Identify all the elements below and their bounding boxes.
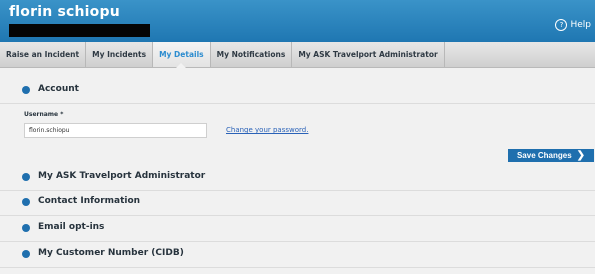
expand-bullet-icon xyxy=(22,86,30,94)
save-label: Save Changes xyxy=(516,151,572,160)
redacted-text-block xyxy=(9,24,150,37)
section-title: Contact Information xyxy=(38,196,141,206)
tab-my-notifications[interactable]: My Notifications xyxy=(211,42,293,67)
change-password-link[interactable]: Change your password. xyxy=(226,126,308,134)
chevron-right-icon: ❯ xyxy=(576,149,586,161)
section-my-customer-number[interactable]: My Customer Number (CIDB) xyxy=(0,242,595,268)
section-title: Email opt-ins xyxy=(38,222,105,232)
help-label: Help xyxy=(570,20,591,30)
tab-raise-an-incident[interactable]: Raise an Incident xyxy=(0,42,87,67)
expand-bullet-icon xyxy=(22,250,30,258)
tab-my-ask-travelport-administrator[interactable]: My ASK Travelport Administrator xyxy=(292,42,445,67)
expand-bullet-icon xyxy=(22,198,30,206)
username-input[interactable] xyxy=(24,123,207,138)
section-email-opt-ins[interactable]: Email opt-ins xyxy=(0,216,595,242)
tab-my-incidents[interactable]: My Incidents xyxy=(86,42,154,67)
question-circle-icon: ? xyxy=(555,19,568,31)
save-changes-button[interactable]: Save Changes ❯ xyxy=(508,149,594,162)
section-title: Account xyxy=(38,84,79,94)
section-title: My Customer Number (CIDB) xyxy=(38,248,184,258)
section-my-ask-travelport-administrator[interactable]: My ASK Travelport Administrator xyxy=(0,165,595,191)
account-form: Username * Change your password. Save Ch… xyxy=(0,101,595,167)
section-contact-information[interactable]: Contact Information xyxy=(0,190,595,216)
username-label: Username * xyxy=(24,111,64,118)
expand-bullet-icon xyxy=(22,173,30,181)
section-title: My ASK Travelport Administrator xyxy=(38,171,206,181)
tab-my-details[interactable]: My Details xyxy=(153,42,211,68)
user-name: florin schiopu xyxy=(9,4,120,20)
nav-tabs: Raise an Incident My Incidents My Detail… xyxy=(0,42,595,68)
help-link[interactable]: ? Help xyxy=(555,19,591,31)
expand-bullet-icon xyxy=(22,224,30,232)
app-header: florin schiopu ? Help xyxy=(0,0,595,42)
